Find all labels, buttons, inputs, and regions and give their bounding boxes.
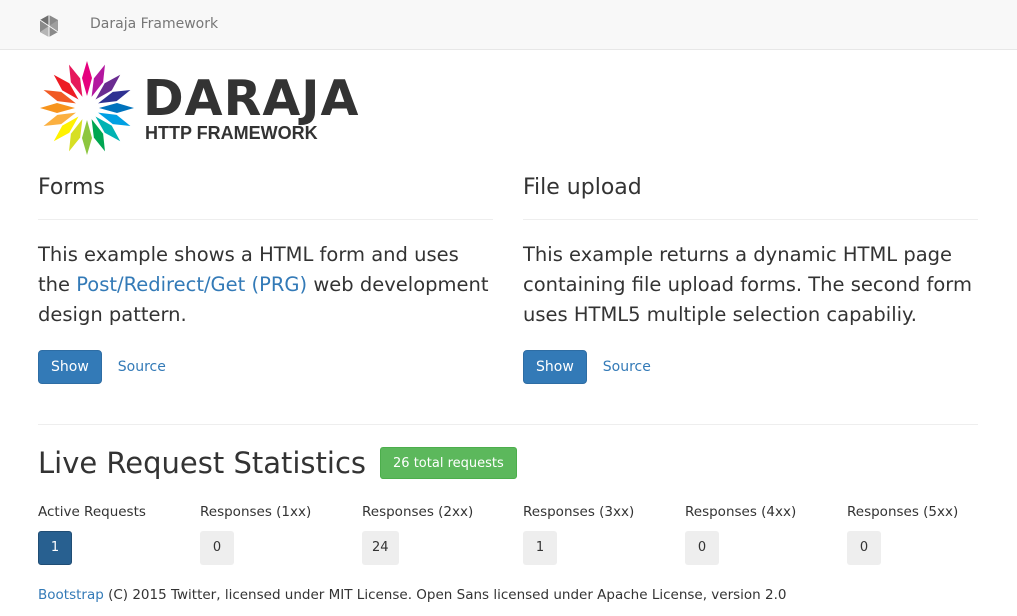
stat-value-badge: 24 (362, 531, 399, 565)
stats-title: Live Request Statistics (38, 446, 367, 480)
file-upload-actions: Show Source (523, 350, 651, 384)
stat-responses-4xx: Responses (4xx) 0 (685, 503, 845, 565)
file-upload-description: This example returns a dynamic HTML page… (523, 243, 972, 326)
logo-wordmark: DARAJA (143, 70, 360, 127)
stat-value-badge: 1 (38, 531, 72, 565)
forms-example: Forms This example shows a HTML form and… (38, 172, 493, 384)
stat-responses-1xx: Responses (1xx) 0 (200, 503, 360, 565)
bootstrap-link[interactable]: Bootstrap (38, 587, 104, 603)
stat-value-badge: 1 (523, 531, 557, 565)
logo-subtitle: HTTP FRAMEWORK (145, 123, 318, 143)
top-navbar: Daraja Framework (0, 0, 1017, 50)
logo-petal (40, 103, 75, 113)
stat-label: Responses (1xx) (200, 504, 312, 520)
daraja-hero-logo: DARAJA HTTP FRAMEWORK (38, 60, 358, 156)
file-upload-title: File upload (523, 175, 642, 200)
daraja-flower-icon (40, 61, 134, 155)
stats-header: Live Request Statistics 26 total requests (38, 445, 517, 481)
logo-petal (82, 61, 92, 96)
stat-label: Responses (2xx) (362, 504, 474, 520)
navbar-brand-link[interactable]: Daraja Framework (90, 16, 218, 32)
logo-petal (82, 120, 92, 155)
daraja-logo-icon[interactable] (38, 14, 60, 38)
forms-actions: Show Source (38, 350, 166, 384)
file-upload-show-button[interactable]: Show (523, 350, 587, 384)
stat-label: Responses (5xx) (847, 504, 959, 520)
stat-active-requests: Active Requests 1 (38, 503, 198, 565)
forms-title: Forms (38, 175, 105, 200)
stat-label: Responses (3xx) (523, 504, 635, 520)
forms-divider (38, 219, 493, 220)
file-upload-divider (523, 219, 978, 220)
stat-responses-2xx: Responses (2xx) 24 (362, 503, 522, 565)
prg-link[interactable]: Post/Redirect/Get (PRG) (76, 273, 307, 296)
footer-text: (C) 2015 Twitter, licensed under MIT Lic… (103, 587, 787, 603)
footer: Bootstrap (C) 2015 Twitter, licensed und… (38, 587, 787, 603)
forms-description: This example shows a HTML form and uses … (38, 240, 493, 330)
stat-responses-3xx: Responses (3xx) 1 (523, 503, 683, 565)
forms-source-link[interactable]: Source (118, 350, 166, 384)
total-requests-badge: 26 total requests (380, 447, 517, 479)
stat-value-badge: 0 (847, 531, 881, 565)
section-divider (38, 424, 978, 425)
stat-responses-5xx: Responses (5xx) 0 (847, 503, 1007, 565)
stat-value-badge: 0 (685, 531, 719, 565)
file-upload-source-link[interactable]: Source (603, 350, 651, 384)
stat-value-badge: 0 (200, 531, 234, 565)
stat-label: Responses (4xx) (685, 504, 797, 520)
stat-label: Active Requests (38, 504, 146, 520)
file-upload-example: File upload This example returns a dynam… (523, 172, 978, 384)
forms-show-button[interactable]: Show (38, 350, 102, 384)
logo-petal (99, 103, 134, 113)
